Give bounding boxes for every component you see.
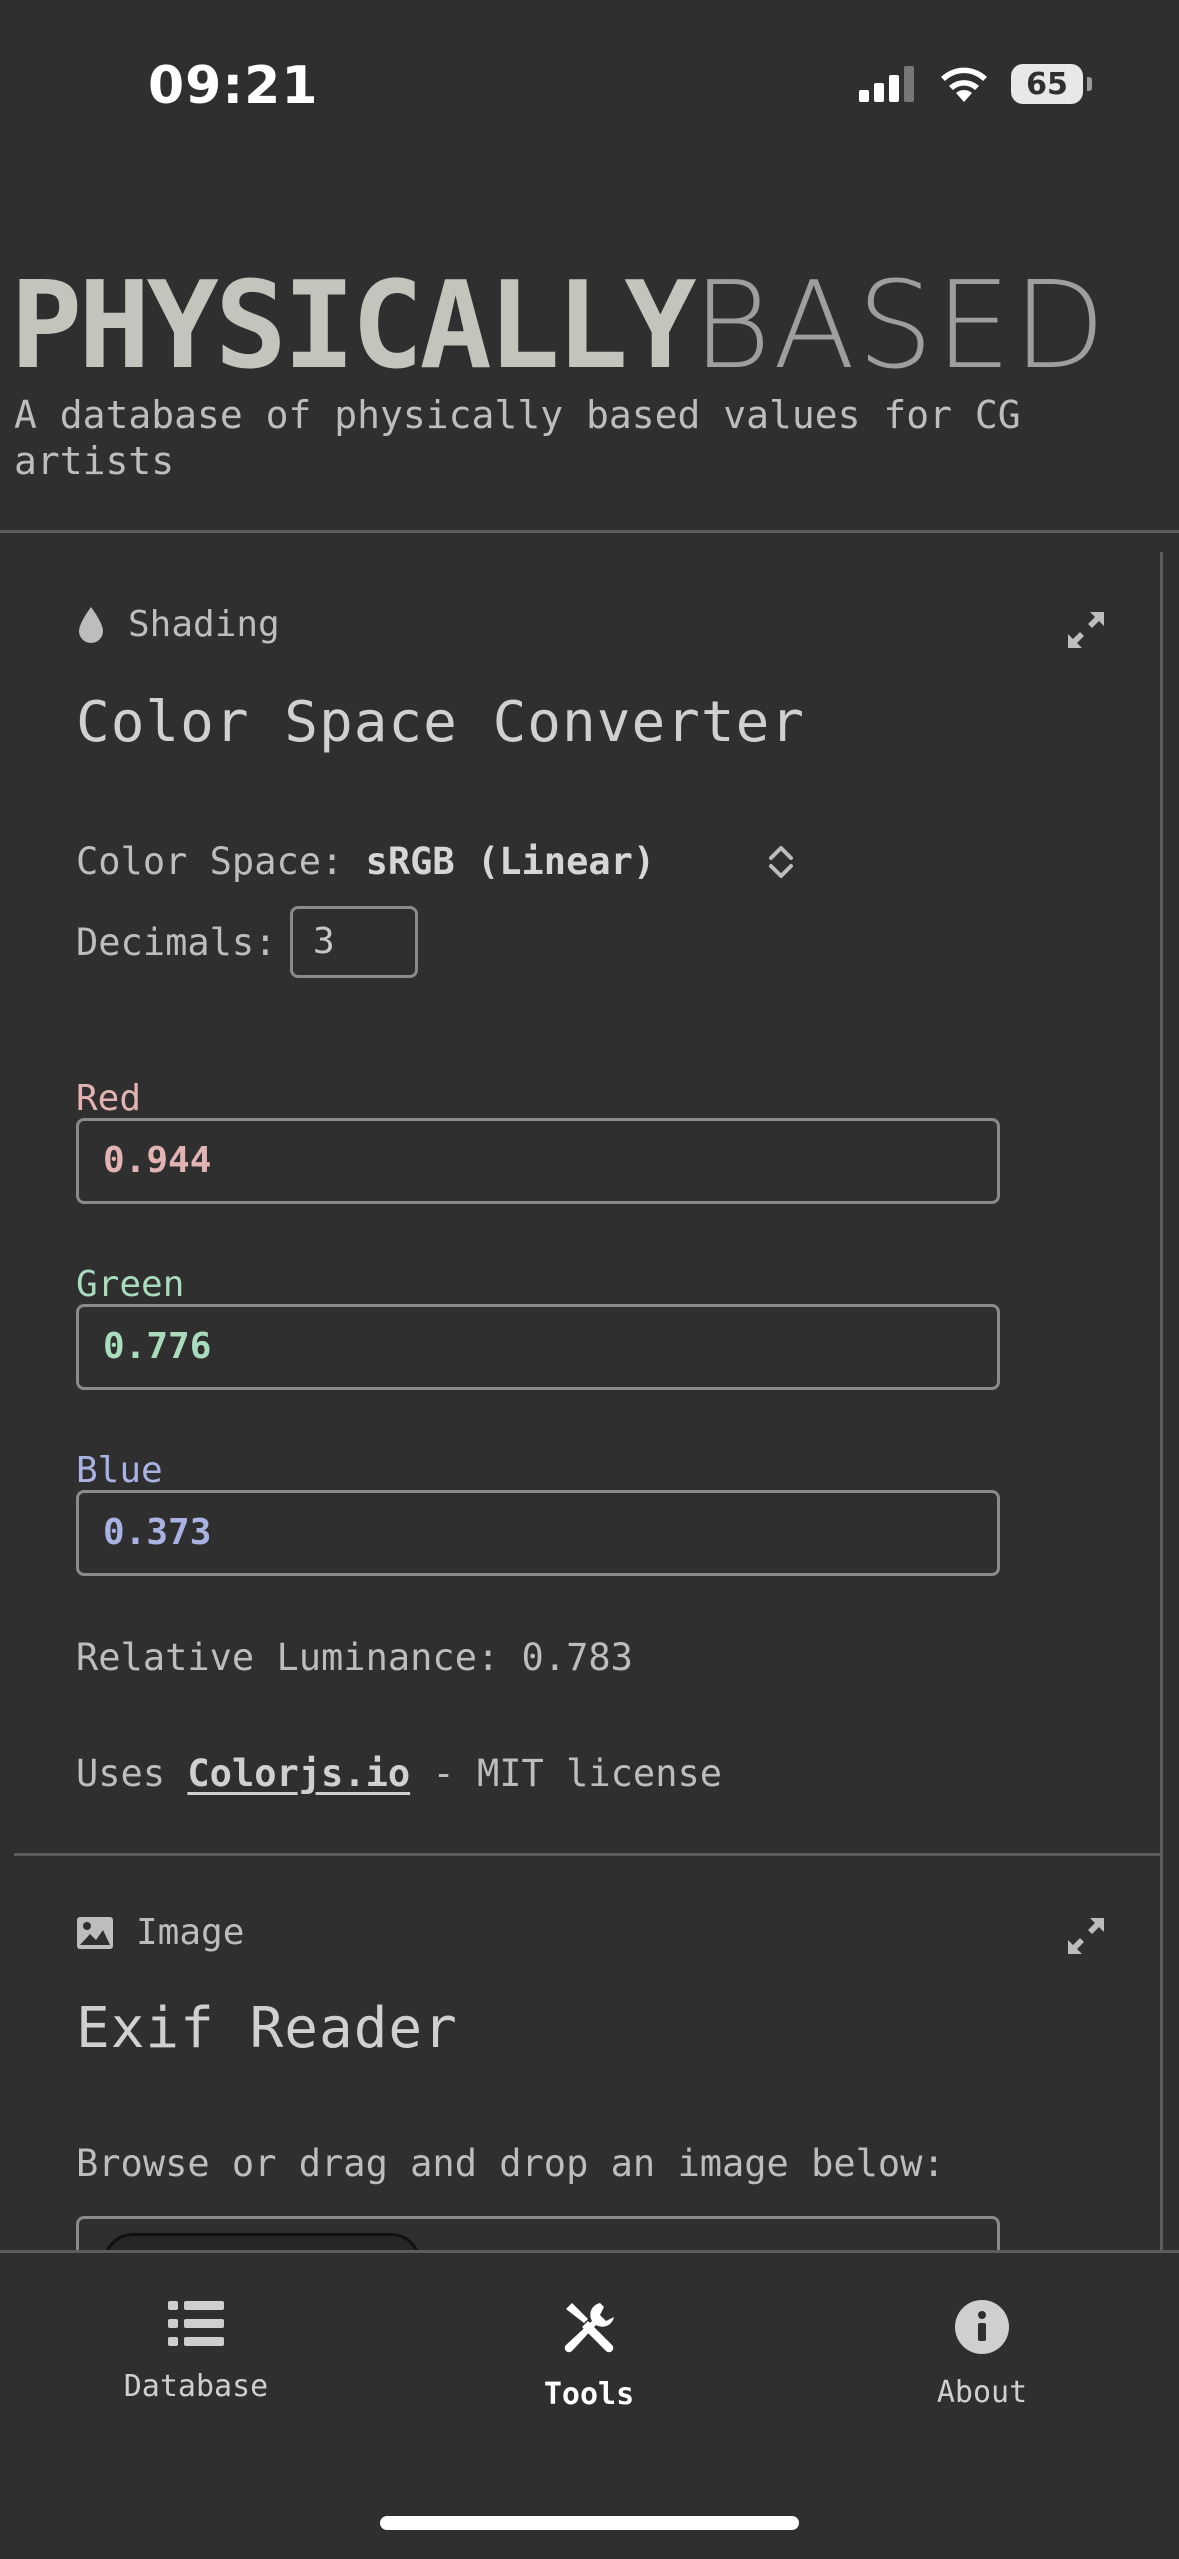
blue-label: Blue — [76, 1450, 163, 1491]
colorjs-link[interactable]: Colorjs.io — [187, 1752, 410, 1795]
logo-light: BASED — [692, 257, 1108, 396]
status-time: 09:21 — [148, 56, 319, 116]
image-icon — [77, 1916, 113, 1949]
cellular-signal-icon — [859, 66, 914, 102]
info-icon — [955, 2300, 1009, 2354]
card-divider — [14, 1853, 1160, 1856]
card-category: Image — [76, 1912, 244, 1953]
battery-indicator: 65 — [1011, 64, 1092, 104]
uses-credit: Uses Colorjs.io - MIT license — [76, 1752, 722, 1795]
color-space-label: Color Space: — [76, 840, 344, 883]
site-logo[interactable]: PHYSICALLYBASED — [10, 262, 1108, 392]
nav-tools-label: Tools — [543, 2377, 635, 2412]
site-tagline: A database of physically based values fo… — [14, 393, 1021, 483]
decimals-input[interactable]: 3 — [290, 906, 418, 978]
category-label: Shading — [128, 604, 280, 645]
nav-database-label: Database — [123, 2369, 269, 2404]
scroll-rail — [1160, 552, 1163, 2252]
status-icons: 65 — [859, 64, 1092, 104]
droplet-icon — [79, 606, 103, 643]
status-bar: 09:21 65 — [0, 0, 1179, 150]
nav-about[interactable]: About — [852, 2299, 1112, 2410]
battery-level: 65 — [1026, 66, 1068, 102]
decimals-label: Decimals: — [76, 921, 277, 964]
exif-instructions: Browse or drag and drop an image below: — [76, 2142, 945, 2185]
blue-input[interactable]: 0.373 — [76, 1490, 1000, 1576]
expand-icon[interactable] — [1066, 1916, 1106, 1956]
wifi-icon — [941, 67, 987, 102]
uses-prefix: Uses — [76, 1752, 166, 1795]
relative-luminance: Relative Luminance: 0.783 — [76, 1636, 633, 1679]
home-indicator[interactable] — [380, 2516, 799, 2530]
header-divider — [0, 530, 1179, 533]
list-icon — [168, 2301, 224, 2346]
logo-bold: PHYSICALLY — [10, 257, 696, 396]
expand-icon[interactable] — [1066, 610, 1106, 650]
chevron-up-down-icon[interactable] — [766, 842, 796, 882]
bottom-nav: Database Tools About — [0, 2250, 1179, 2559]
nav-database[interactable]: Database — [66, 2299, 326, 2404]
nav-about-label: About — [936, 2375, 1028, 2410]
red-input[interactable]: 0.944 — [76, 1118, 1000, 1204]
green-label: Green — [76, 1264, 185, 1305]
card-category: Shading — [76, 604, 280, 645]
card-title: Exif Reader — [76, 1996, 458, 2061]
category-label: Image — [136, 1912, 245, 1953]
red-label: Red — [76, 1078, 142, 1119]
color-space-select[interactable]: Color Space: sRGB (Linear) — [76, 840, 655, 883]
color-space-value: sRGB (Linear) — [365, 840, 656, 883]
green-input[interactable]: 0.776 — [76, 1304, 1000, 1390]
card-title: Color Space Converter — [76, 690, 806, 755]
tools-icon — [564, 2303, 614, 2353]
nav-tools[interactable]: Tools — [459, 2299, 719, 2412]
uses-suffix: - MIT license — [432, 1752, 723, 1795]
